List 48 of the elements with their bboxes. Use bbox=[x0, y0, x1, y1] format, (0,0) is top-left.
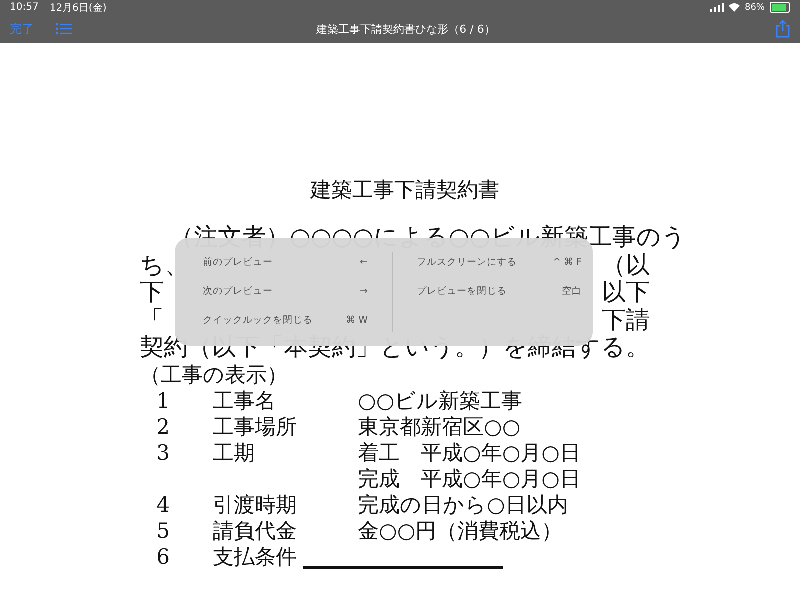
document-title: 建築工事下請契約書ひな形（6 / 6） bbox=[316, 22, 496, 36]
item-label: 工事名 bbox=[213, 388, 277, 414]
item-label: 工事場所 bbox=[213, 414, 298, 440]
shortcut-key: ⌘ W bbox=[346, 314, 368, 328]
paragraph-text: 下請 bbox=[602, 306, 650, 334]
item-number: 3 bbox=[156, 440, 170, 466]
paragraph-text: ち、 bbox=[140, 252, 189, 279]
paragraph-text: 下 bbox=[140, 279, 164, 306]
paragraph-text: （以 bbox=[602, 252, 650, 279]
item-label: 請負代金 bbox=[213, 518, 298, 544]
paragraph-text: 「 bbox=[140, 306, 164, 334]
paragraph-text: 以下 bbox=[602, 279, 650, 306]
item-label: 引渡時期 bbox=[213, 492, 298, 518]
signal-icon bbox=[710, 3, 724, 12]
section-heading: （工事の表示） bbox=[140, 362, 289, 388]
shortcut-key: 空白 bbox=[562, 285, 582, 299]
share-icon[interactable] bbox=[776, 20, 790, 38]
shortcut-key: → bbox=[360, 285, 368, 299]
item-number: 5 bbox=[156, 518, 170, 544]
shortcut-label: 次のプレビュー bbox=[203, 285, 273, 299]
item-number: 6 bbox=[156, 544, 170, 570]
item-value: ○○ビル新築工事 bbox=[358, 388, 523, 414]
shortcut-label: クイックルックを閉じる bbox=[203, 314, 313, 328]
item-label: 工期 bbox=[213, 440, 256, 466]
item-value: 完成 平成○年○月○日 bbox=[358, 466, 581, 492]
shortcut-key: ← bbox=[360, 256, 368, 270]
status-time: 10:57 bbox=[10, 2, 39, 13]
wifi-icon bbox=[728, 3, 740, 12]
item-number: 1 bbox=[156, 388, 170, 414]
item-value: 金○○円（消費税込） bbox=[358, 518, 563, 544]
item-number: 2 bbox=[156, 414, 170, 440]
item-label: 支払条件 bbox=[213, 544, 298, 570]
paragraph-text: 契約（以下「本契約」という。）を締結する。 bbox=[140, 334, 650, 362]
shortcut-label: 前のプレビュー bbox=[203, 256, 273, 270]
battery-icon bbox=[770, 2, 790, 13]
paragraph-text: （注文者）○○○○による○○ビル新築工事のう bbox=[170, 224, 687, 252]
item-value: 完成の日から○日以内 bbox=[358, 492, 568, 518]
status-date: 12月6日(金) bbox=[50, 2, 107, 14]
shortcut-key: ^ ⌘ F bbox=[553, 256, 582, 270]
item-value: 東京都新宿区○○ bbox=[358, 414, 521, 440]
item-number: 4 bbox=[156, 492, 170, 518]
list-icon[interactable] bbox=[56, 23, 72, 35]
shortcut-label: フルスクリーンにする bbox=[417, 256, 517, 270]
item-value: 着工 平成○年○月○日 bbox=[358, 440, 581, 466]
contract-title: 建築工事下請契約書 bbox=[309, 177, 500, 204]
battery-percent: 86% bbox=[744, 2, 765, 12]
shortcut-label: プレビューを閉じる bbox=[417, 285, 507, 299]
done-button[interactable]: 完了 bbox=[10, 20, 34, 38]
